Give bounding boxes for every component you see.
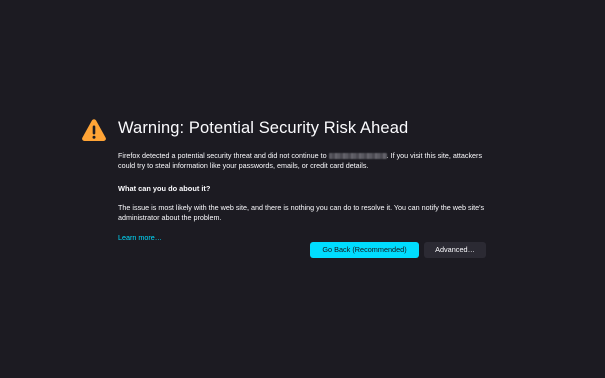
advanced-button[interactable]: Advanced… bbox=[424, 242, 486, 258]
intro-text: Firefox detected a potential security th… bbox=[118, 151, 488, 171]
question-heading: What can you do about it? bbox=[118, 184, 211, 193]
redacted-hostname bbox=[328, 153, 387, 159]
error-content: Warning: Potential Security Risk Ahead F… bbox=[118, 117, 488, 245]
explanation-text: The issue is most likely with the web si… bbox=[118, 203, 485, 222]
learn-more-link[interactable]: Learn more… bbox=[118, 233, 162, 242]
action-buttons: Go Back (Recommended) Advanced… bbox=[310, 242, 486, 258]
warning-icon bbox=[81, 117, 107, 143]
go-back-button[interactable]: Go Back (Recommended) bbox=[310, 242, 419, 258]
intro-text-start: Firefox detected a potential security th… bbox=[118, 151, 329, 160]
page-title: Warning: Potential Security Risk Ahead bbox=[118, 119, 409, 137]
